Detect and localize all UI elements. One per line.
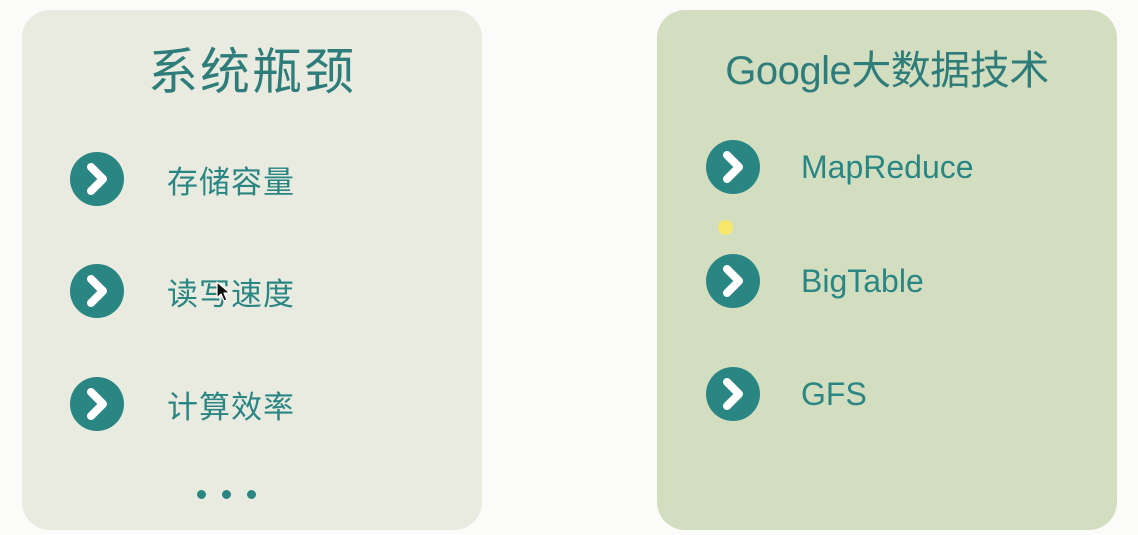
list-item-bigtable: BigTable bbox=[705, 252, 924, 310]
bottlenecks-card: 系统瓶颈 存储容量 读写速度 计算效率 bbox=[22, 10, 482, 530]
list-item-read-write-speed: 读写速度 bbox=[69, 262, 295, 320]
list-item-storage-capacity: 存储容量 bbox=[69, 150, 295, 208]
google-tech-card: Google大数据技术 MapReduce BigTable GFS bbox=[657, 10, 1117, 530]
bottlenecks-title: 系统瓶颈 bbox=[148, 43, 356, 101]
list-item-label: 存储容量 bbox=[167, 164, 295, 201]
list-item-label: MapReduce bbox=[801, 148, 974, 185]
chevron-right-circle-icon bbox=[706, 254, 760, 308]
list-item-label: 计算效率 bbox=[167, 389, 295, 426]
mouse-pointer-icon bbox=[216, 281, 231, 302]
chevron-right-circle-icon bbox=[706, 367, 760, 421]
list-item-mapreduce: MapReduce bbox=[705, 138, 974, 196]
list-item-gfs: GFS bbox=[705, 365, 867, 423]
list-item-label: GFS bbox=[801, 375, 867, 412]
list-item-label: BigTable bbox=[801, 262, 924, 299]
chevron-right-circle-icon bbox=[706, 140, 760, 194]
chevron-right-circle-icon bbox=[70, 152, 124, 206]
chevron-right-circle-icon bbox=[70, 377, 124, 431]
google-tech-title: Google大数据技术 bbox=[725, 49, 1049, 93]
chevron-right-circle-icon bbox=[70, 264, 124, 318]
pointer-highlight-dot bbox=[718, 220, 733, 235]
ellipsis bbox=[197, 490, 256, 499]
list-item-compute-efficiency: 计算效率 bbox=[69, 375, 295, 433]
